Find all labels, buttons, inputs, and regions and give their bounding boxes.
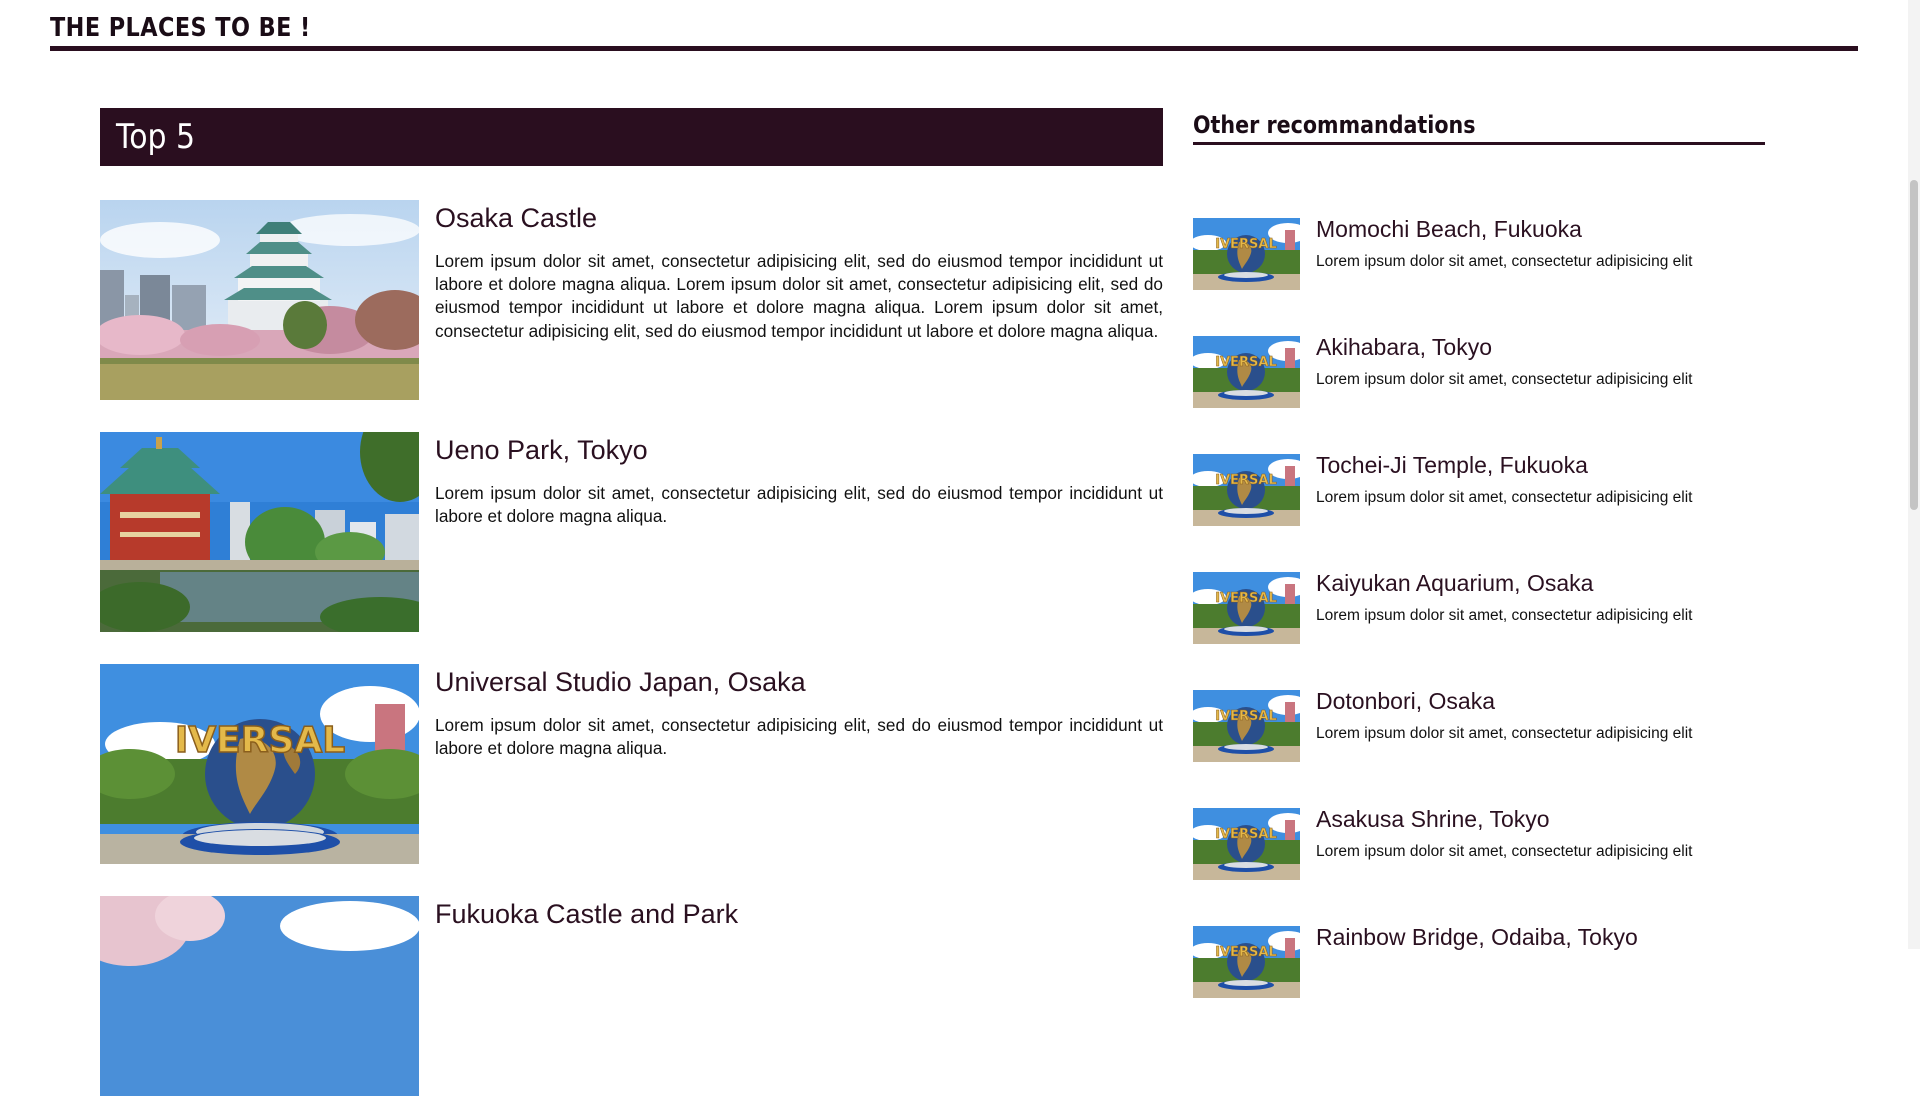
svg-text:IVERSAL: IVERSAL <box>175 720 345 761</box>
recommendation-thumbnail[interactable]: IVERSAL <box>1193 454 1300 526</box>
svg-text:IVERSAL: IVERSAL <box>1215 709 1277 724</box>
top5-heading: Top 5 <box>116 117 196 157</box>
recommendation-description: Lorem ipsum dolor sit amet, consectetur … <box>1316 253 1693 270</box>
recommendation-title[interactable]: Asakusa Shrine, Tokyo <box>1316 803 1550 835</box>
recommendation-title[interactable]: Momochi Beach, Fukuoka <box>1316 213 1582 245</box>
top-item-description: Lorem ipsum dolor sit amet, consectetur … <box>435 251 1163 341</box>
svg-text:IVERSAL: IVERSAL <box>1215 473 1277 488</box>
svg-text:IVERSAL: IVERSAL <box>1215 237 1277 252</box>
recommendation-thumbnail[interactable]: IVERSAL <box>1193 808 1300 880</box>
top-item-title[interactable]: Universal Studio Japan, Osaka <box>435 664 806 700</box>
top-item[interactable]: Ueno Park, Tokyo Lorem ipsum dolor sit a… <box>100 432 1163 632</box>
top-item[interactable]: Fukuoka Castle and Park <box>100 896 1163 1096</box>
fukuoka-castle-photo[interactable] <box>100 896 419 1096</box>
svg-text:IVERSAL: IVERSAL <box>1215 355 1277 370</box>
recommendation-thumbnail[interactable]: IVERSAL <box>1193 218 1300 290</box>
recommendation-item[interactable]: IVERSAL Rainbow Bridge, Odaiba, Tokyo <box>1193 924 1765 1000</box>
recommendation-thumbnail[interactable]: IVERSAL <box>1193 336 1300 408</box>
recommendation-thumbnail[interactable]: IVERSAL <box>1193 926 1300 998</box>
svg-text:IVERSAL: IVERSAL <box>1215 591 1277 606</box>
top-item-title[interactable]: Osaka Castle <box>435 200 597 236</box>
recommendation-item[interactable]: IVERSAL Dotonbori, Osaka Lorem ipsum dolo… <box>1193 688 1765 764</box>
recommendation-item[interactable]: IVERSAL Momochi Beach, Fukuoka Lorem ipsu… <box>1193 216 1765 292</box>
recommendation-thumbnail[interactable]: IVERSAL <box>1193 572 1300 644</box>
recommendation-item[interactable]: IVERSAL Kaiyukan Aquarium, Osaka Lorem ip… <box>1193 570 1765 646</box>
osaka-castle-photo[interactable] <box>100 200 419 400</box>
recommendation-description: Lorem ipsum dolor sit amet, consectetur … <box>1316 371 1693 388</box>
recommendation-description: Lorem ipsum dolor sit amet, consectetur … <box>1316 489 1693 506</box>
recommendation-title[interactable]: Rainbow Bridge, Odaiba, Tokyo <box>1316 921 1638 953</box>
recommendations-heading: Other recommandations <box>1193 110 1765 145</box>
top-item[interactable]: Osaka Castle Lorem ipsum dolor sit amet,… <box>100 200 1163 400</box>
recommendation-description: Lorem ipsum dolor sit amet, consectetur … <box>1316 725 1693 742</box>
recommendations-heading-text: Other recommandations <box>1193 111 1476 139</box>
recommendation-title[interactable]: Akihabara, Tokyo <box>1316 331 1492 363</box>
recommendation-description: Lorem ipsum dolor sit amet, consectetur … <box>1316 843 1693 860</box>
recommendation-item[interactable]: IVERSAL Asakusa Shrine, Tokyo Lorem ipsum… <box>1193 806 1765 882</box>
top-item-title[interactable]: Ueno Park, Tokyo <box>435 432 648 468</box>
scrollbar-thumb[interactable] <box>1910 180 1918 510</box>
top-item-description: Lorem ipsum dolor sit amet, consectetur … <box>435 483 1163 527</box>
recommendation-thumbnail[interactable]: IVERSAL <box>1193 690 1300 762</box>
recommendation-title[interactable]: Kaiyukan Aquarium, Osaka <box>1316 567 1593 599</box>
recommendation-title[interactable]: Tochei-Ji Temple, Fukuoka <box>1316 449 1588 481</box>
site-header: THE PLACES TO BE ! <box>50 10 1858 51</box>
page-scrollbar[interactable] <box>1908 0 1920 949</box>
recommendation-item[interactable]: IVERSAL Akihabara, Tokyo Lorem ipsum dolo… <box>1193 334 1765 410</box>
svg-text:IVERSAL: IVERSAL <box>1215 945 1277 960</box>
ueno-park-photo[interactable] <box>100 432 419 632</box>
recommendation-title[interactable]: Dotonbori, Osaka <box>1316 685 1495 717</box>
universal-globe-photo[interactable]: IVERSAL <box>100 664 419 864</box>
svg-text:IVERSAL: IVERSAL <box>1215 827 1277 842</box>
recommendation-item[interactable]: IVERSAL Tochei-Ji Temple, Fukuoka Lorem i… <box>1193 452 1765 528</box>
top5-heading-bar: Top 5 <box>100 108 1163 166</box>
top-item[interactable]: IVERSAL Universal Studio Japan, Osaka Lo… <box>100 664 1163 864</box>
top-item-description: Lorem ipsum dolor sit amet, consectetur … <box>435 715 1163 759</box>
top-item-title[interactable]: Fukuoka Castle and Park <box>435 896 738 932</box>
recommendation-description: Lorem ipsum dolor sit amet, consectetur … <box>1316 607 1693 624</box>
site-title: THE PLACES TO BE ! <box>50 13 311 43</box>
